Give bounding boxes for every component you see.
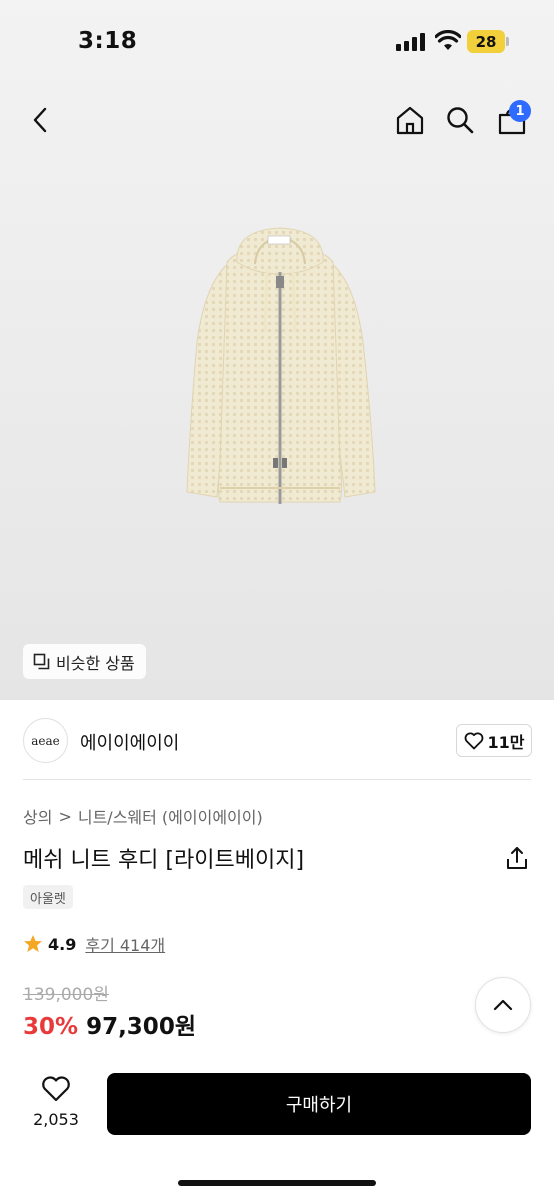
buy-button-label: 구매하기 — [285, 1095, 353, 1116]
wifi-icon — [435, 30, 461, 50]
brand-logo[interactable]: aeae — [23, 718, 68, 763]
brand-like-count: 11만 — [487, 732, 525, 752]
back-button[interactable] — [20, 96, 60, 144]
status-time: 3:18 — [78, 28, 138, 54]
similar-products-label: 비슷한 상품 — [56, 653, 135, 673]
outlet-tag: 아울렛 — [23, 885, 73, 909]
search-icon — [447, 107, 474, 134]
status-bar: 3:18 28 — [0, 0, 554, 84]
original-price: 139,000원 — [23, 985, 109, 1005]
back-icon — [33, 107, 47, 133]
wishlist-count: 2,053 — [33, 1110, 79, 1129]
signal-icon — [396, 33, 426, 51]
share-icon — [507, 847, 527, 869]
breadcrumb-subcategory[interactable]: 니트/스웨터 (에이이에이이) — [78, 804, 263, 828]
top-nav — [0, 96, 554, 146]
brand-name[interactable]: 에이이에이이 — [80, 729, 179, 755]
share-button[interactable] — [504, 845, 530, 871]
reviews-link[interactable]: 후기 414개 — [85, 932, 165, 956]
product-title: 메쉬 니트 후디 [라이트베이지] — [23, 848, 305, 873]
chevron-up-icon — [493, 999, 513, 1011]
star-icon — [24, 935, 42, 952]
product-photo[interactable] — [175, 222, 385, 512]
rating-score: 4.9 — [48, 934, 77, 954]
sale-price: 97,300원 — [86, 1014, 196, 1040]
wishlist-button[interactable]: 2,053 — [24, 1076, 88, 1129]
brand-logo-text: aeae — [31, 733, 60, 748]
breadcrumb-category[interactable]: 상의 — [23, 804, 52, 828]
price-row: 30% 97,300원 — [23, 1007, 196, 1041]
home-button[interactable] — [390, 98, 430, 142]
heart-icon — [464, 732, 483, 749]
buy-button[interactable]: 구매하기 — [107, 1073, 531, 1135]
discount-rate: 30% — [23, 1014, 79, 1040]
battery-icon: 28 — [467, 30, 509, 53]
search-button[interactable] — [440, 98, 480, 142]
cart-count-badge: 1 — [509, 100, 531, 122]
breadcrumb-separator: > — [58, 806, 72, 826]
home-indicator — [178, 1180, 376, 1186]
similar-products-button[interactable]: 비슷한 상품 — [23, 644, 146, 679]
breadcrumb: 상의 > 니트/스웨터 (에이이에이이) — [23, 804, 263, 828]
battery-level: 28 — [467, 30, 505, 53]
divider — [23, 779, 531, 780]
brand-like-button[interactable]: 11만 — [456, 724, 532, 757]
home-icon — [396, 106, 424, 135]
rating-row: 4.9 후기 414개 — [23, 932, 165, 956]
heart-icon — [42, 1076, 70, 1102]
copy-icon — [33, 653, 50, 670]
scroll-to-top-button[interactable] — [475, 977, 531, 1033]
